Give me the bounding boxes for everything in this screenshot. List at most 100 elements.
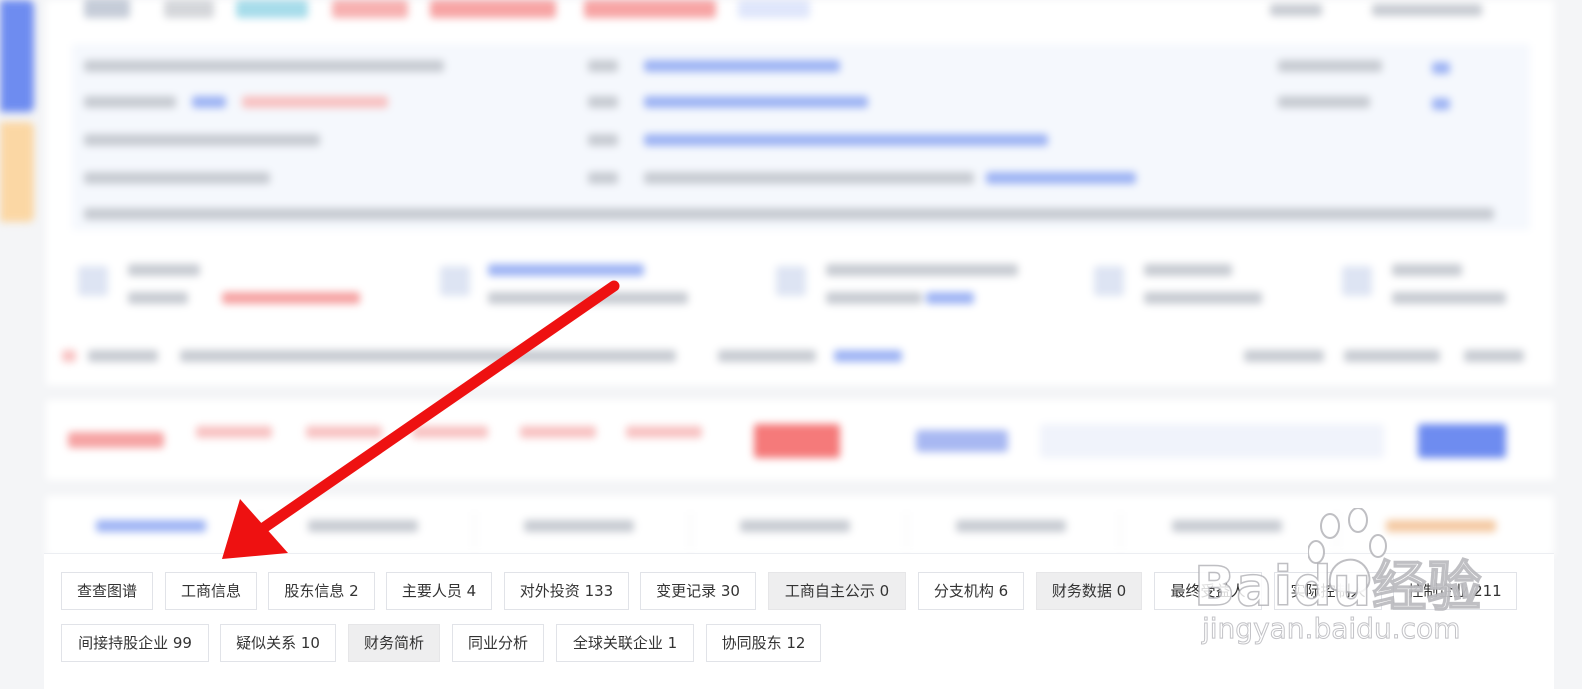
tab-divider [260,512,261,548]
blurred-link [834,350,902,362]
blurred-text [222,292,360,304]
blurred-text [84,172,270,184]
blurred-text [588,134,618,146]
blurred-chip [584,0,716,18]
blurred-text [488,292,688,304]
blurred-text [84,60,444,72]
company-info-panel [72,44,1530,230]
blurred-text [1144,292,1262,304]
blurred-text [128,264,200,276]
blurred-icon [1342,266,1372,296]
tag-business-info[interactable]: 工商信息 [165,572,257,610]
blurred-text [520,426,596,438]
blurred-icon [1094,266,1124,296]
tag-actual-controller[interactable]: 实际控制人 [1274,572,1382,610]
blurred-link [192,96,226,108]
tag-self-disclosure[interactable]: 工商自主公示 0 [768,572,906,610]
blurred-tab[interactable] [1386,520,1496,532]
blurred-text [180,350,676,362]
blurred-button[interactable] [916,430,1008,452]
blurred-text [242,96,388,108]
blurred-text [588,96,618,108]
blurred-tab[interactable] [308,520,418,532]
blurred-chip [332,0,408,18]
blurred-text [88,350,158,362]
blurred-link [644,60,840,72]
blurred-link [986,172,1136,184]
blurred-icon [1432,62,1450,74]
tab-divider [1120,512,1121,548]
tag-financial-analysis[interactable]: 财务简析 [348,624,440,662]
screenshot-stage: 查查图谱 工商信息 股东信息 2 主要人员 4 对外投资 133 变更记录 30… [0,0,1582,689]
blurred-icon [62,350,76,362]
tab-divider [474,512,475,548]
blurred-text [826,292,922,304]
blurred-text [306,426,382,438]
tag-controlled-companies[interactable]: 控制企业 211 [1393,572,1517,610]
tag-shareholders[interactable]: 股东信息 2 [268,572,375,610]
blurred-button[interactable] [754,424,840,458]
blurred-icon [440,266,470,296]
blurred-text [1392,264,1462,276]
tag-suspected-relations[interactable]: 疑似关系 10 [220,624,336,662]
blurred-icon [1432,98,1450,110]
tab-divider [906,512,907,548]
blurred-chip [164,0,214,18]
tab-divider [690,512,691,548]
blurred-text [1278,60,1382,72]
tag-key-personnel[interactable]: 主要人员 4 [386,572,492,610]
blurred-text [68,432,164,448]
blurred-chip [236,0,308,18]
tab-divider [1336,512,1337,548]
blurred-text [84,96,176,108]
blurred-text [1344,350,1440,362]
blurred-text [588,60,618,72]
blurred-link [926,292,974,304]
blurred-company-overview [0,0,1582,560]
blurred-text [644,172,974,184]
blurred-text [84,134,320,146]
tag-change-records[interactable]: 变更记录 30 [640,572,756,610]
blurred-text [1270,4,1322,16]
blurred-text [128,292,188,304]
tag-global-affiliates[interactable]: 全球关联企业 1 [556,624,694,662]
tag-investments[interactable]: 对外投资 133 [504,572,629,610]
blurred-tab[interactable] [740,520,850,532]
blurred-search-box[interactable] [1040,424,1384,458]
blurred-tab[interactable] [1172,520,1282,532]
tag-financial-data[interactable]: 财务数据 0 [1036,572,1142,610]
tag-co-shareholders[interactable]: 协同股东 12 [706,624,821,662]
tag-indirect-holdings[interactable]: 间接持股企业 99 [61,624,209,662]
tag-branches[interactable]: 分支机构 6 [918,572,1024,610]
blurred-chip [430,0,556,18]
tag-graph[interactable]: 查查图谱 [61,572,153,610]
blurred-tab[interactable] [956,520,1066,532]
blurred-text [1144,264,1232,276]
blurred-button[interactable] [1418,424,1506,458]
blurred-link [488,264,644,276]
risk-action-card [46,400,1554,480]
side-floating-tab-blue[interactable] [0,0,34,112]
blurred-tab-active[interactable] [96,520,206,532]
blurred-link [644,96,868,108]
blurred-text [1244,350,1324,362]
blurred-text [718,350,816,362]
blurred-icon [78,266,108,296]
blurred-icon [776,266,806,296]
main-section-tabs [46,496,1554,556]
blurred-text [1464,350,1524,362]
business-info-subtabs: 查查图谱 工商信息 股东信息 2 主要人员 4 对外投资 133 变更记录 30… [44,553,1554,689]
blurred-tab[interactable] [524,520,634,532]
blurred-description [84,208,1494,220]
blurred-text [826,264,1018,276]
blurred-chip [738,0,810,18]
blurred-text [196,426,272,438]
blurred-link [644,134,1048,146]
blurred-text [626,426,702,438]
blurred-text [1278,96,1370,108]
blurred-text [588,172,618,184]
tag-industry-analysis[interactable]: 同业分析 [452,624,544,662]
side-floating-tab-orange[interactable] [0,122,34,222]
tag-ultimate-beneficiary[interactable]: 最终受益人 [1154,572,1262,610]
blurred-text [412,426,488,438]
